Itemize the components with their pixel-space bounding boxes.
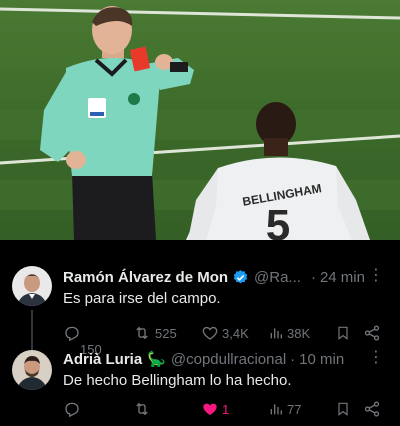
share-button[interactable]	[363, 399, 381, 419]
retweet-button[interactable]: 525	[132, 323, 177, 343]
tweet-text: Es para irse del campo.	[63, 290, 221, 307]
match-photo-illustration: BELLINGHAM 5	[0, 0, 400, 240]
retweet-icon	[136, 402, 148, 416]
timestamp[interactable]: 10 min	[299, 351, 344, 368]
share-icon	[364, 325, 380, 341]
heart-icon	[202, 326, 218, 340]
views-button[interactable]: 38K	[268, 323, 310, 343]
tweet-actions: 1 77	[63, 399, 390, 423]
author-name[interactable]: Adrià Luria	[63, 351, 142, 368]
views-icon	[270, 404, 282, 415]
more-icon[interactable]: ⋮	[368, 267, 384, 285]
author-handle[interactable]: @copdullracional	[171, 351, 286, 368]
retweet-count: 525	[155, 325, 177, 341]
tweet-ramon[interactable]: Ramón Álvarez de Mon @Ra... · 24 min ⋮ E…	[0, 255, 400, 357]
bookmark-icon	[338, 402, 348, 416]
separator-dot: ·	[290, 350, 296, 368]
views-count: 77	[287, 401, 302, 417]
separator-dot: ·	[310, 268, 316, 286]
like-button[interactable]: 3,4K	[201, 323, 249, 343]
bookmark-button[interactable]	[335, 399, 351, 419]
reply-button[interactable]	[63, 399, 81, 419]
dinosaur-emoji: 🦕	[147, 351, 166, 368]
like-count: 1	[222, 401, 230, 417]
views-count: 38K	[287, 325, 311, 341]
tweet-actions: 150 525 3,4K 38K	[63, 323, 390, 357]
avatar[interactable]	[12, 350, 52, 390]
views-icon	[270, 328, 282, 339]
tweet-adria[interactable]: Adrià Luria 🦕 @copdullracional · 10 min …	[0, 345, 400, 426]
shirt-number: 5	[266, 201, 290, 240]
timestamp[interactable]: 24 min	[320, 269, 365, 286]
like-button[interactable]: 1	[201, 399, 229, 419]
bookmark-icon	[338, 326, 348, 340]
share-icon	[364, 401, 380, 417]
views-button[interactable]: 77	[268, 399, 301, 419]
retweet-icon	[136, 326, 148, 340]
verified-icon	[232, 269, 249, 286]
reply-button[interactable]	[63, 323, 81, 343]
bookmark-button[interactable]	[335, 323, 351, 343]
author-name[interactable]: Ramón Álvarez de Mon	[63, 269, 228, 286]
retweet-button[interactable]	[132, 399, 152, 419]
author-handle[interactable]: @Ra...	[254, 269, 301, 286]
like-count: 3,4K	[222, 325, 249, 341]
reply-icon	[65, 326, 79, 342]
match-photo[interactable]: BELLINGHAM 5	[0, 0, 400, 240]
avatar[interactable]	[12, 266, 52, 306]
tweet-text: De hecho Bellingham lo ha hecho.	[63, 372, 292, 389]
more-icon[interactable]: ⋮	[368, 349, 384, 367]
share-button[interactable]	[363, 323, 381, 343]
reply-icon	[65, 402, 79, 418]
heart-icon	[203, 403, 217, 415]
